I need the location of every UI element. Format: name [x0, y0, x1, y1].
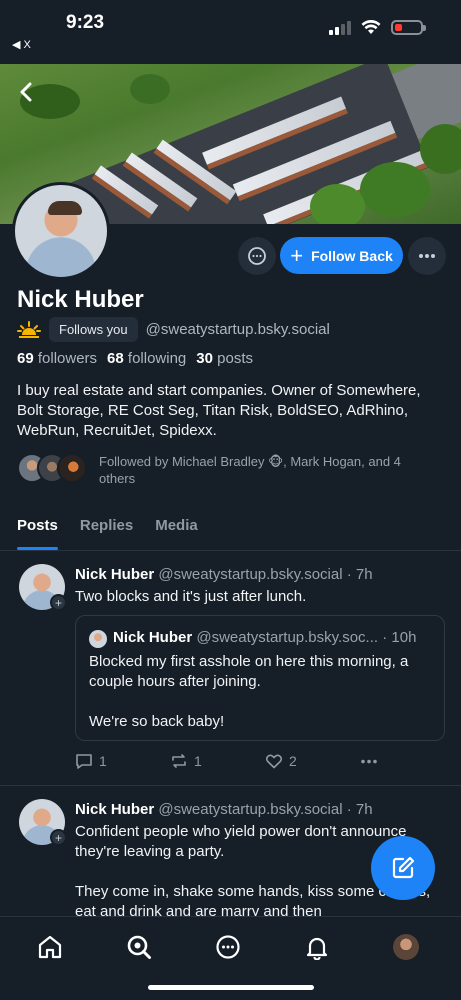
battery-icon — [391, 20, 426, 35]
plus-icon[interactable]: + — [50, 594, 67, 611]
quoted-time: · 10h — [382, 629, 417, 646]
followed-by-row[interactable]: Followed by Michael Bradley 🐵, Mark Hoga… — [17, 453, 439, 487]
compose-post-button[interactable] — [371, 836, 435, 900]
home-icon — [38, 935, 62, 959]
profile-bio: I buy real estate and start companies. O… — [17, 382, 421, 439]
more-options-button[interactable] — [408, 237, 446, 275]
post-handle: @sweatystartup.bsky.social — [158, 566, 343, 583]
reply-icon — [76, 754, 92, 769]
chat-bubble-icon — [248, 247, 266, 265]
back-to-app-link[interactable]: ◀ X — [12, 38, 31, 51]
bell-icon — [306, 937, 328, 960]
post-header: Nick Huber @sweatystartup.bsky.social · … — [75, 566, 373, 583]
profile-handle: @sweatystartup.bsky.social — [145, 321, 330, 338]
search-icon — [127, 935, 151, 959]
post-actions: 1 1 2 — [75, 752, 455, 770]
compose-icon — [392, 856, 415, 879]
nav-home[interactable] — [36, 933, 64, 961]
following-stat[interactable]: 68 following — [107, 350, 186, 367]
posts-stat: 30 posts — [196, 350, 253, 367]
reply-button[interactable]: 1 — [75, 752, 170, 770]
tab-posts[interactable]: Posts — [17, 506, 58, 550]
nav-profile[interactable] — [392, 933, 420, 961]
post-time: · 7h — [346, 566, 373, 583]
quoted-post[interactable]: Nick Huber @sweatystartup.bsky.soc... · … — [75, 615, 445, 741]
post-author[interactable]: Nick Huber — [75, 566, 154, 583]
quoted-author-avatar — [89, 630, 107, 648]
nav-search[interactable] — [125, 933, 153, 961]
feed-post[interactable]: + Nick Huber @sweatystartup.bsky.social … — [0, 552, 461, 786]
plus-icon: + — [290, 242, 304, 268]
wifi-icon — [361, 20, 381, 35]
like-count: 2 — [289, 753, 297, 769]
status-bar: 9:23 ◀ X — [0, 0, 461, 64]
ellipsis-icon — [361, 759, 377, 763]
follow-back-button[interactable]: + Follow Back — [280, 237, 403, 274]
status-icons — [329, 20, 426, 35]
follows-you-badge: Follows you — [49, 317, 138, 342]
post-author-avatar[interactable]: + — [19, 564, 67, 611]
quoted-author: Nick Huber — [113, 629, 193, 646]
back-button[interactable] — [12, 78, 40, 106]
profile-tabs: Posts Replies Media — [0, 506, 461, 551]
chat-bubble-icon — [216, 935, 240, 959]
message-button[interactable] — [238, 237, 276, 275]
followed-by-text: Followed by Michael Bradley 🐵, Mark Hoga… — [99, 454, 401, 486]
follow-back-label: Follow Back — [311, 247, 393, 264]
profile-avatar[interactable] — [12, 182, 110, 280]
post-header: Nick Huber @sweatystartup.bsky.social · … — [75, 801, 373, 818]
profile-stats: 69 followers 68 following 30 posts — [17, 350, 253, 367]
home-indicator — [148, 985, 314, 990]
post-author-avatar[interactable]: + — [19, 799, 67, 846]
post-time: · 7h — [346, 801, 373, 818]
ellipsis-icon — [419, 254, 435, 258]
repost-count: 1 — [194, 753, 202, 769]
plus-icon[interactable]: + — [50, 829, 67, 846]
post-more-button[interactable] — [360, 759, 455, 764]
followers-stat[interactable]: 69 followers — [17, 350, 97, 367]
repost-icon — [172, 754, 186, 768]
post-handle: @sweatystartup.bsky.social — [158, 801, 343, 818]
tab-replies[interactable]: Replies — [80, 506, 133, 550]
post-text: Two blocks and it's just after lunch. — [75, 588, 307, 605]
profile-handle-row: Follows you @sweatystartup.bsky.social — [17, 317, 330, 342]
quoted-post-header: Nick Huber @sweatystartup.bsky.soc... · … — [113, 629, 433, 646]
quoted-post-text: Blocked my first asshole on here this mo… — [89, 653, 409, 730]
status-time: 9:23 — [66, 12, 105, 33]
reply-count: 1 — [99, 753, 107, 769]
like-button[interactable]: 2 — [265, 752, 360, 770]
tab-media[interactable]: Media — [155, 506, 198, 550]
profile-name: Nick Huber — [17, 286, 144, 313]
heart-icon — [265, 754, 283, 769]
nav-notifications[interactable] — [303, 933, 331, 961]
post-author[interactable]: Nick Huber — [75, 801, 154, 818]
cellular-signal-icon — [329, 20, 351, 35]
sunrise-icon — [17, 320, 41, 338]
user-avatar — [393, 934, 419, 960]
nav-chat[interactable] — [214, 933, 242, 961]
quoted-handle: @sweatystartup.bsky.soc... — [196, 629, 379, 646]
repost-button[interactable]: 1 — [170, 752, 265, 770]
followed-by-avatars — [17, 453, 87, 483]
chevron-left-icon — [20, 82, 32, 102]
